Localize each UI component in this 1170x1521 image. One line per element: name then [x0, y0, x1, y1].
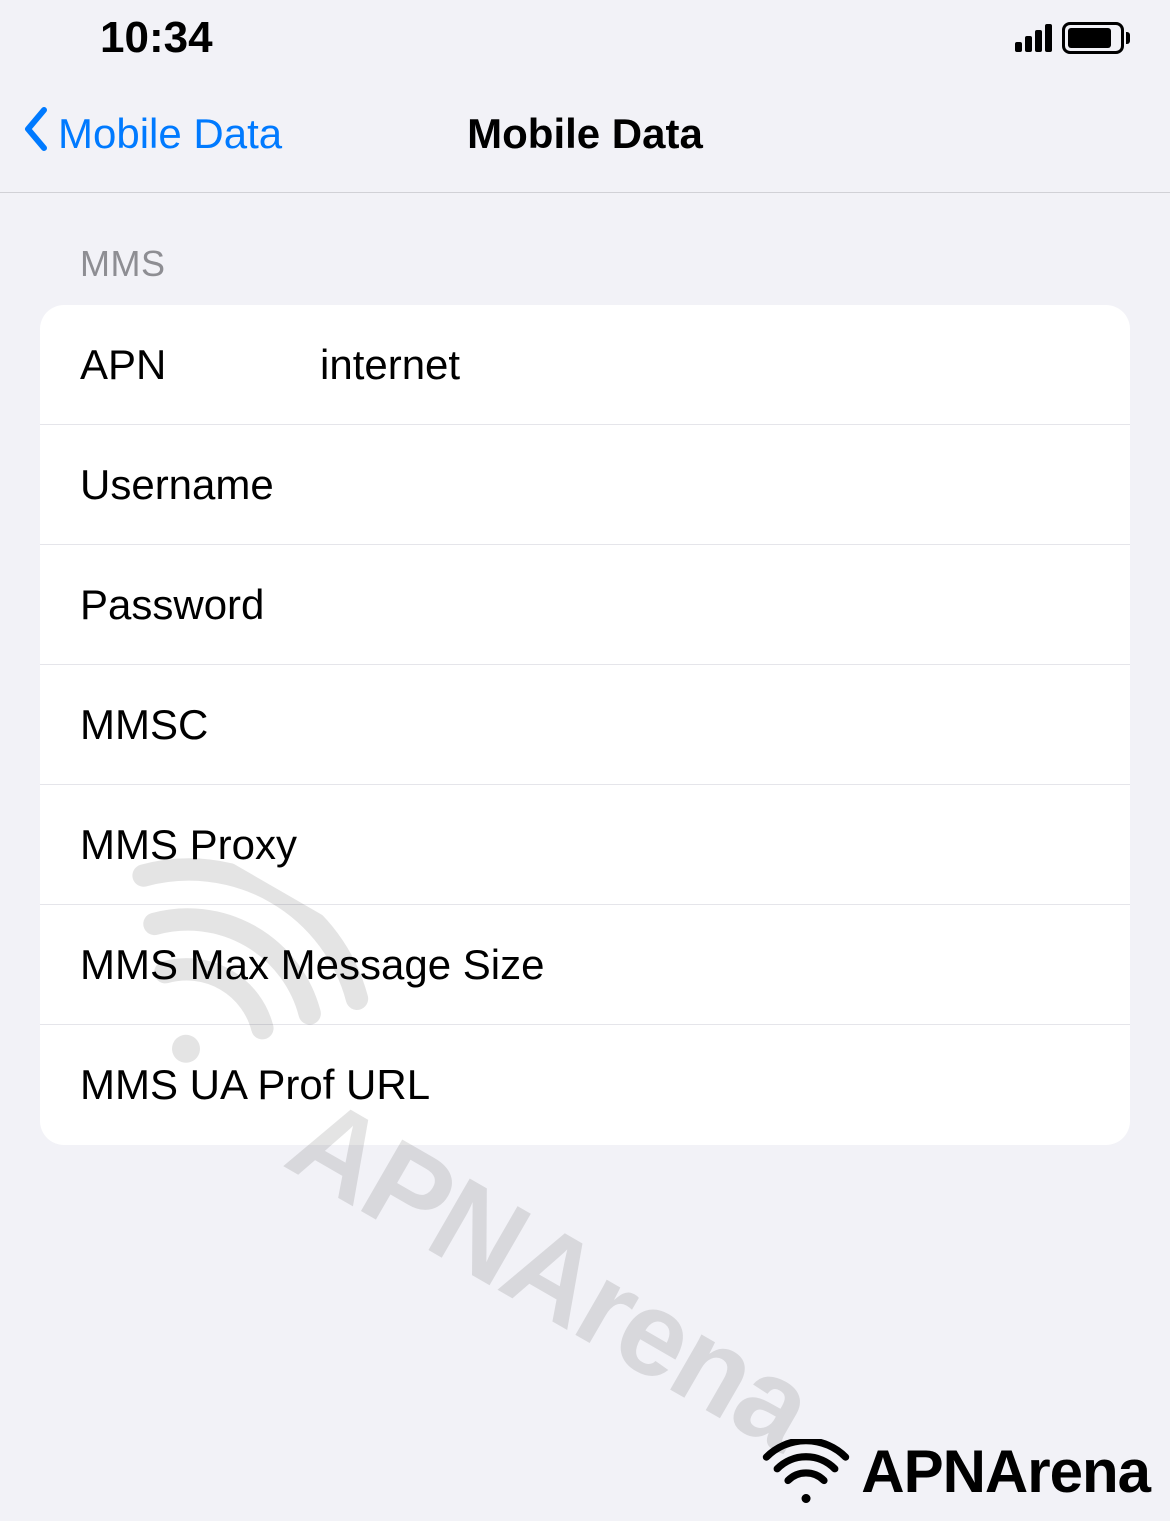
status-bar: 10:34 [0, 0, 1170, 75]
username-row[interactable]: Username [40, 425, 1130, 545]
battery-icon [1062, 22, 1130, 54]
status-indicators [1015, 22, 1130, 54]
back-label: Mobile Data [58, 110, 282, 158]
chevron-left-icon [20, 106, 50, 161]
mmsc-label: MMSC [80, 701, 320, 749]
page-title: Mobile Data [467, 110, 703, 158]
mms-ua-prof-input[interactable] [430, 1061, 1090, 1109]
cellular-signal-icon [1015, 24, 1052, 52]
wifi-icon [761, 1439, 851, 1504]
mms-ua-prof-label: MMS UA Prof URL [80, 1061, 430, 1109]
username-label: Username [80, 461, 320, 509]
mms-settings-group: APN Username Password MMSC MMS Proxy MMS… [40, 305, 1130, 1145]
apn-input[interactable] [320, 341, 1090, 389]
section-header-mms: MMS [40, 243, 1130, 305]
mms-proxy-input[interactable] [297, 821, 1090, 869]
back-button[interactable]: Mobile Data [20, 106, 282, 161]
mmsc-input[interactable] [320, 701, 1090, 749]
mms-ua-prof-row[interactable]: MMS UA Prof URL [40, 1025, 1130, 1145]
mms-proxy-row[interactable]: MMS Proxy [40, 785, 1130, 905]
apn-row[interactable]: APN [40, 305, 1130, 425]
password-row[interactable]: Password [40, 545, 1130, 665]
mms-proxy-label: MMS Proxy [80, 821, 297, 869]
username-input[interactable] [320, 461, 1090, 509]
password-input[interactable] [320, 581, 1090, 629]
password-label: Password [80, 581, 320, 629]
mms-max-size-input[interactable] [544, 941, 1090, 989]
mms-max-size-row[interactable]: MMS Max Message Size [40, 905, 1130, 1025]
status-time: 10:34 [100, 13, 213, 63]
navigation-bar: Mobile Data Mobile Data [0, 75, 1170, 193]
brand-footer: APNArena [761, 1437, 1150, 1506]
mms-max-size-label: MMS Max Message Size [80, 941, 544, 989]
mmsc-row[interactable]: MMSC [40, 665, 1130, 785]
apn-label: APN [80, 341, 320, 389]
brand-name: APNArena [861, 1437, 1150, 1506]
